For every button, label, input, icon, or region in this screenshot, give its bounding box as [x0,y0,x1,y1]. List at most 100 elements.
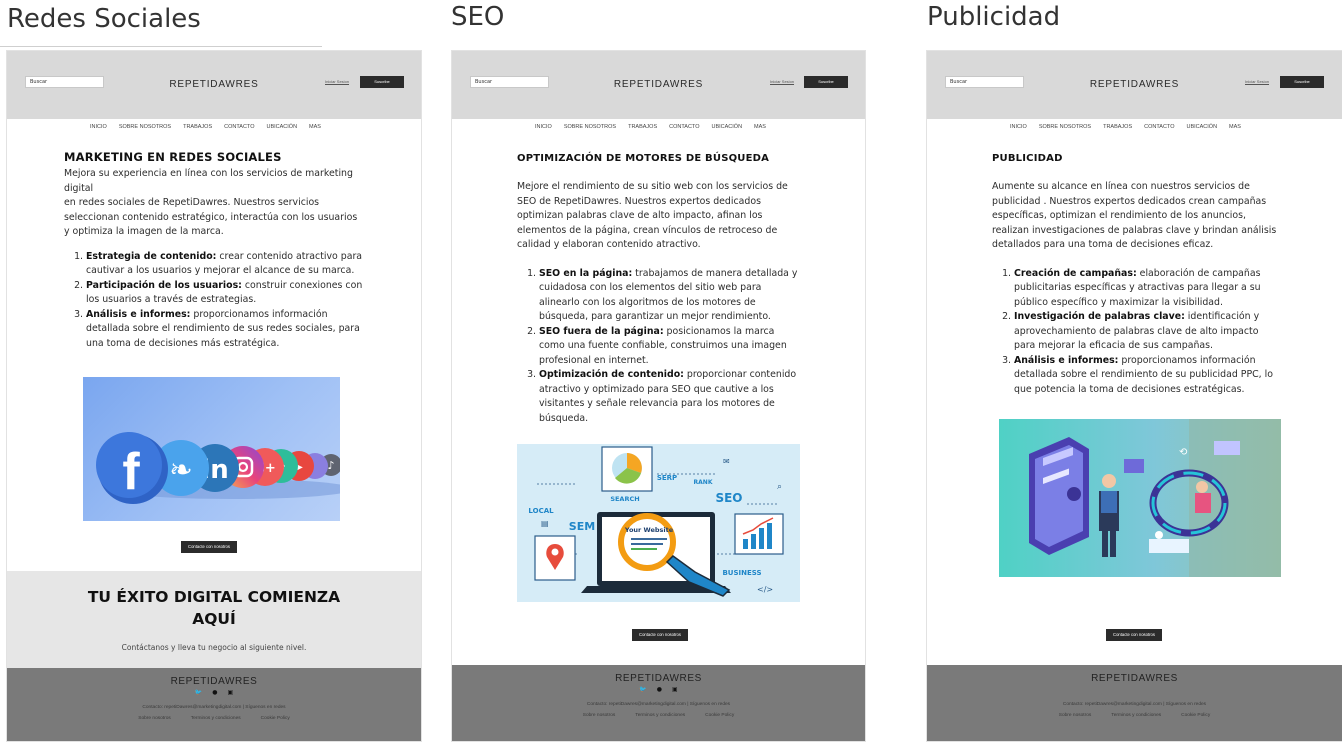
facebook-icon[interactable]: ● [212,689,217,696]
twitter-icon[interactable]: 🐦 [639,686,646,693]
nav-item-inicio[interactable]: INICIO [1010,124,1027,130]
social-media-icons-illustration: ♪ ▶ ✿ G+ in ❧ f [96,432,340,504]
footer-links: Sobre nosotros Terminos y condiciones Co… [927,713,1342,718]
login-link[interactable]: Iniciar Sesion [1245,79,1269,84]
main-nav: INICIO SOBRE NOSOTROS TRABAJOS CONTACTO … [90,124,321,130]
contact-button[interactable]: Contacte con nosotros [181,541,237,553]
subscribe-button[interactable]: Suscribe [360,76,404,88]
article-seo: OPTIMIZACIÓN DE MOTORES DE BÚSQUEDA Mejo… [517,152,802,426]
seo-word-business: BUSINESS [722,569,761,577]
svg-text:f: f [122,443,140,501]
article-redes-sociales: MARKETING EN REDES SOCIALES Mejora su ex… [64,150,364,351]
seo-word-search: SEARCH [610,495,639,503]
list-item: Participación de los usuarios: construir… [86,279,364,308]
list-item: Análisis e informes: proporcionamos info… [1014,354,1282,398]
footer-link-cookies[interactable]: Cookie Policy [705,713,734,718]
article-intro: Mejore el rendimiento de su sitio web co… [517,181,788,250]
nav-item-mas[interactable]: MAS [1229,124,1241,130]
column-title-redes-sociales: Redes Sociales [7,4,201,34]
article-list: Creación de campañas: elaboración de cam… [992,267,1282,398]
list-item: Creación de campañas: elaboración de cam… [1014,267,1282,311]
footer-link-cookies[interactable]: Cookie Policy [261,716,290,721]
nav-item-contacto[interactable]: CONTACTO [1144,124,1174,130]
footer-link-cookies[interactable]: Cookie Policy [1181,713,1210,718]
nav-item-sobre-nosotros[interactable]: SOBRE NOSOTROS [1039,124,1091,130]
article-heading: OPTIMIZACIÓN DE MOTORES DE BÚSQUEDA [517,153,770,164]
nav-item-contacto[interactable]: CONTACTO [669,124,699,130]
article-heading: PUBLICIDAD [992,153,1063,164]
column-title-seo: SEO [451,2,505,32]
footer-link-about[interactable]: Sobre nosotros [138,716,171,721]
svg-text:▤: ▤ [541,519,549,528]
nav-item-inicio[interactable]: INICIO [90,124,107,130]
subscribe-button[interactable]: Suscribe [804,76,848,88]
article-intro: Aumente su alcance en línea con nuestros… [992,181,1277,250]
column-title-publicidad: Publicidad [927,2,1061,32]
panel-redes-sociales: Buscar REPETIDAWRES Iniciar Sesion Suscr… [7,51,421,741]
advertising-image: ⟲ [999,419,1281,577]
nav-item-mas[interactable]: MAS [309,124,321,130]
footer-links: Sobre nosotros Terminos y condiciones Co… [452,713,865,718]
social-media-image: ♪ ▶ ✿ G+ in ❧ f [83,377,340,521]
list-item: Investigación de palabras clave: identif… [1014,310,1282,354]
footer-links: Sobre nosotros Terminos y condiciones Co… [7,716,421,721]
footer-brand: REPETIDAWRES [1091,673,1178,684]
footer-brand: REPETIDAWRES [170,676,258,687]
contact-button[interactable]: Contacte con nosotros [632,629,688,641]
footer-link-terms[interactable]: Terminos y condiciones [191,716,241,721]
site-header: Buscar REPETIDAWRES Iniciar Sesion Suscr… [452,51,865,119]
nav-item-mas[interactable]: MAS [754,124,766,130]
advertising-illustration: ⟲ [1029,419,1281,577]
title-divider [0,46,322,47]
footer-contact: Contacto: repetiDawres@marketingdigital.… [1062,702,1207,707]
panel-seo: Buscar REPETIDAWRES Iniciar Sesion Suscr… [452,51,865,741]
seo-illustration: SEARCH SERP RANK SEO LOCAL SEM BUSINESS … [528,446,784,597]
footer-contact: Contacto: repetiDawres@marketingdigital.… [586,702,731,707]
nav-item-trabajos[interactable]: TRABAJOS [183,124,212,130]
svg-text:❧: ❧ [169,453,192,486]
site-footer: REPETIDAWRES 🐦 ● ▣ Contacto: repetiDawres@… [7,668,421,741]
footer-brand: REPETIDAWRES [615,673,702,684]
site-brand[interactable]: REPETIDAWRES [7,79,421,90]
svg-text:</>: </> [757,585,773,594]
article-heading: MARKETING EN REDES SOCIALES [64,150,282,164]
seo-word-rank: RANK [694,479,713,486]
nav-item-contacto[interactable]: CONTACTO [224,124,254,130]
nav-item-trabajos[interactable]: TRABAJOS [1103,124,1132,130]
list-item: SEO en la página: trabajamos de manera d… [539,267,802,325]
footer-link-about[interactable]: Sobre nosotros [583,713,616,718]
footer-link-about[interactable]: Sobre nosotros [1059,713,1092,718]
seo-word-serp: SERP [657,474,677,482]
nav-item-sobre-nosotros[interactable]: SOBRE NOSOTROS [564,124,616,130]
seo-word-local: LOCAL [528,507,554,515]
nav-item-trabajos[interactable]: TRABAJOS [628,124,657,130]
article-list: Estrategia de contenido: crear contenido… [64,250,364,352]
seo-infographic: SEARCH SERP RANK SEO LOCAL SEM BUSINESS … [517,444,800,602]
nav-item-inicio[interactable]: INICIO [535,124,552,130]
linkedin-icon[interactable]: ▣ [672,686,678,693]
svg-text:✉: ✉ [723,457,730,466]
footer-link-terms[interactable]: Terminos y condiciones [1111,713,1161,718]
list-item: Optimización de contenido: proporcionar … [539,368,802,426]
nav-item-ubicacion[interactable]: UBICACIÓN [266,124,297,130]
login-link[interactable]: Iniciar Sesion [325,79,349,84]
facebook-icon[interactable]: ● [657,686,662,693]
nav-item-sobre-nosotros[interactable]: SOBRE NOSOTROS [119,124,171,130]
footer-link-terms[interactable]: Terminos y condiciones [635,713,685,718]
contact-button[interactable]: Contacte con nosotros [1106,629,1162,641]
subscribe-button[interactable]: Suscribe [1280,76,1324,88]
list-item: SEO fuera de la página: posicionamos la … [539,325,802,369]
linkedin-icon[interactable]: ▣ [228,689,234,696]
nav-item-ubicacion[interactable]: UBICACIÓN [711,124,742,130]
site-footer: REPETIDAWRES Contacto: repetiDawres@mark… [927,665,1342,741]
article-list: SEO en la página: trabajamos de manera d… [517,267,802,427]
main-nav: INICIO SOBRE NOSOTROS TRABAJOS CONTACTO … [1010,124,1241,130]
panel-publicidad: Buscar REPETIDAWRES Iniciar Sesion Suscr… [927,51,1342,741]
twitter-icon[interactable]: 🐦 [195,689,202,696]
band-subtitle: Contáctanos y lleva tu negocio al siguie… [121,643,307,652]
svg-text:⟲: ⟲ [1179,447,1188,458]
login-link[interactable]: Iniciar Sesion [770,79,794,84]
footer-contact: Contacto: repetiDawres@marketingdigital.… [142,705,286,710]
nav-item-ubicacion[interactable]: UBICACIÓN [1186,124,1217,130]
seo-word-sem: SEM [569,520,595,533]
